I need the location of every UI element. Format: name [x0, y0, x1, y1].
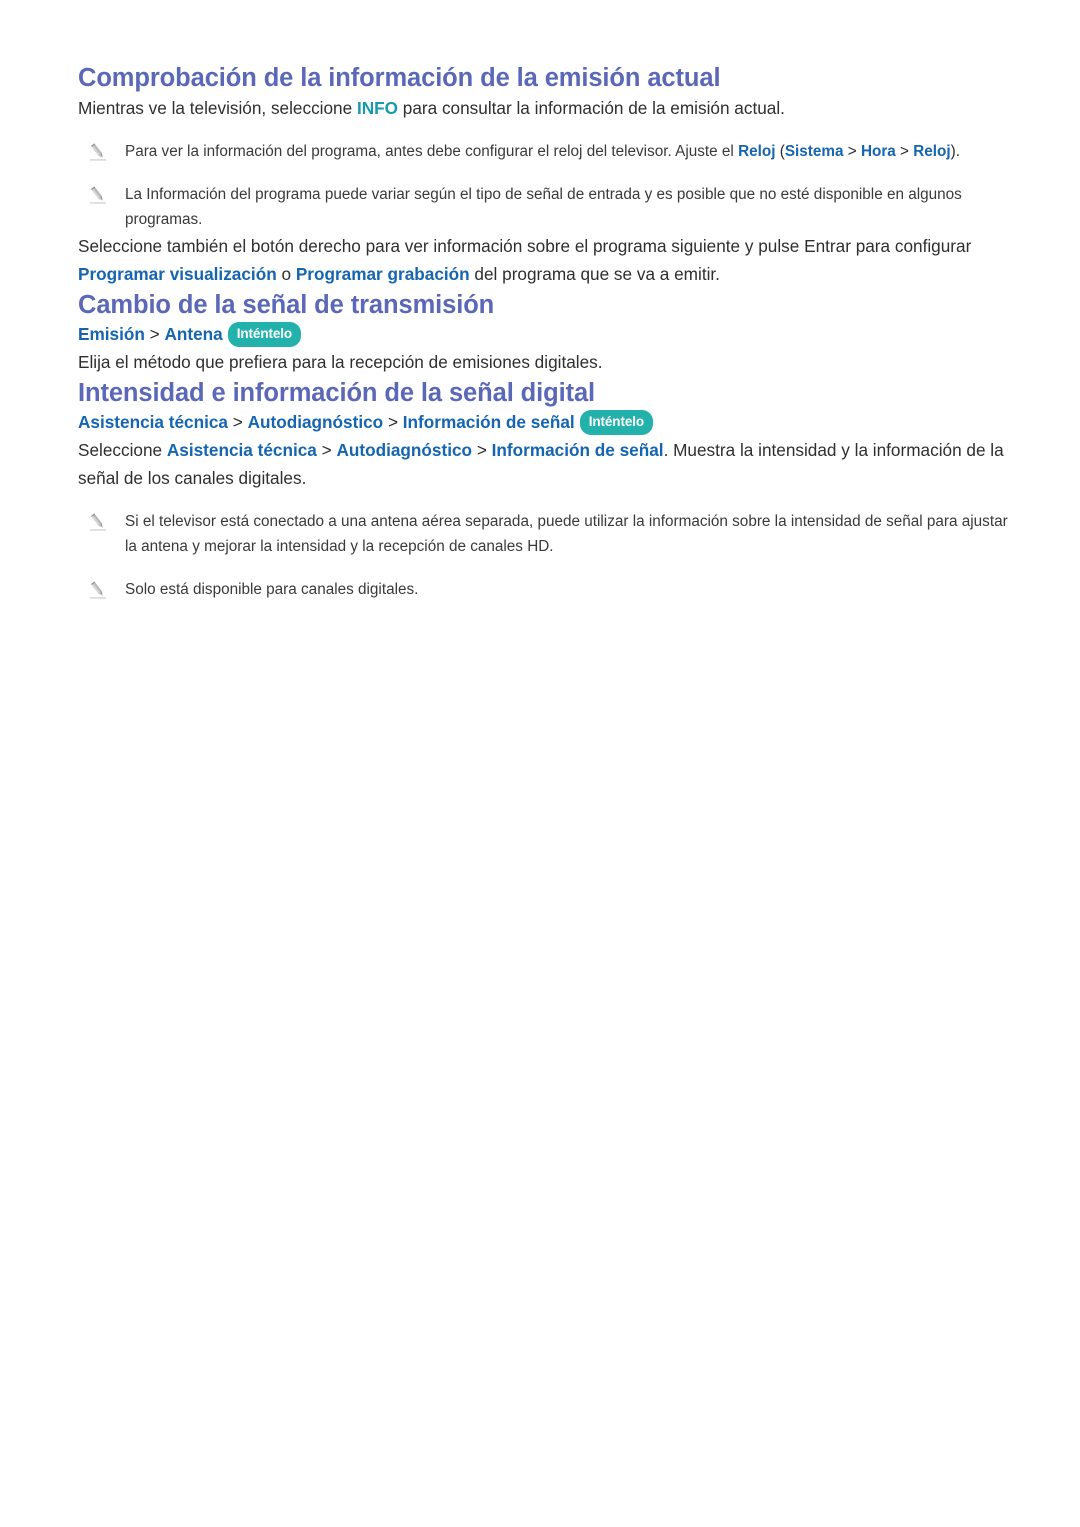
note-list-2: Si el televisor está conectado a una ant… — [78, 510, 1008, 602]
menu-link-autodiagnostico: Autodiagnóstico — [336, 439, 473, 460]
section-heading-comprobacion: Comprobación de la información de la emi… — [78, 64, 721, 92]
cambio-senal-body: Elija el método que prefiera para la rec… — [78, 351, 603, 372]
section-heading-intensidad-senal: Intensidad e información de la señal dig… — [78, 378, 596, 407]
outro-pre: Seleccione también el botón derecho para… — [78, 235, 972, 256]
breadcrumb-asistencia-tecnica: Asistencia técnica > Autodiagnóstico > I… — [78, 409, 1008, 437]
breadcrumb-item-informacion-senal[interactable]: Información de señal — [403, 412, 575, 432]
intro-paragraph: Mientras ve la televisión, seleccione IN… — [78, 95, 1008, 123]
pencil-icon — [88, 512, 108, 532]
note-text: Si el televisor está conectado a una ant… — [125, 513, 1008, 556]
note-pre: Para ver la información del programa, an… — [125, 143, 739, 161]
menu-separator: > — [316, 439, 337, 460]
intensidad-body-paragraph: Seleccione Asistencia técnica > Autodiag… — [78, 437, 1008, 493]
note-text: La Información del programa puede variar… — [125, 186, 962, 229]
outro-paragraph: Seleccione también el botón derecho para… — [78, 233, 1008, 289]
menu-link-reloj: Reloj — [738, 143, 776, 161]
pencil-icon — [88, 142, 108, 162]
note-item: Para ver la información del programa, an… — [78, 140, 1008, 165]
intro-pre-text: Mientras ve la televisión, seleccione — [78, 97, 357, 118]
note-list-1: Para ver la información del programa, an… — [78, 140, 1008, 232]
note-mid: ( — [775, 143, 785, 161]
pencil-icon — [88, 185, 108, 205]
menu-link-sistema: Sistema — [784, 143, 844, 161]
note-item: Solo está disponible para canales digita… — [78, 578, 1008, 603]
menu-separator: > — [472, 439, 492, 460]
breadcrumb-item-autodiagnostico[interactable]: Autodiagnóstico — [248, 412, 384, 432]
note-post: ). — [950, 143, 960, 161]
menu-link-reloj-2: Reloj — [913, 143, 951, 161]
info-key-label: INFO — [356, 97, 399, 118]
breadcrumb-item-emision[interactable]: Emisión — [78, 324, 145, 344]
menu-link-programar-grabacion: Programar grabación — [295, 263, 470, 284]
menu-link-programar-visualizacion: Programar visualización — [78, 263, 277, 284]
outro-mid: o — [276, 263, 296, 284]
note-text: Solo está disponible para canales digita… — [125, 580, 419, 598]
breadcrumb-separator: > — [228, 412, 248, 433]
menu-link-hora: Hora — [860, 143, 896, 161]
section-heading-cambio-senal: Cambio de la señal de transmisión — [78, 290, 495, 319]
outro-post: del programa que se va a emitir. — [469, 263, 720, 284]
note-text: Para ver la información del programa, an… — [125, 143, 960, 160]
intentelo-badge[interactable]: Inténtelo — [227, 322, 302, 347]
breadcrumb-separator: > — [144, 324, 165, 345]
menu-separator: > — [843, 143, 861, 161]
pencil-icon — [88, 580, 108, 600]
note-item: Si el televisor está conectado a una ant… — [78, 510, 1008, 560]
intro-post-text: para consultar la información de la emis… — [398, 97, 785, 118]
menu-link-informacion-senal: Información de señal — [491, 439, 664, 460]
breadcrumb-item-asistencia-tecnica[interactable]: Asistencia técnica — [78, 412, 228, 432]
breadcrumb-separator: > — [383, 412, 403, 433]
note-item: La Información del programa puede variar… — [78, 183, 1008, 233]
menu-link-asistencia-tecnica: Asistencia técnica — [166, 439, 317, 460]
menu-separator: > — [895, 143, 914, 161]
breadcrumb-item-antena[interactable]: Antena — [164, 324, 222, 344]
document-content: Comprobación de la información de la emi… — [78, 62, 1008, 603]
breadcrumb-emision-antena: Emisión > Antena Inténtelo — [78, 321, 1008, 349]
intentelo-badge[interactable]: Inténtelo — [579, 410, 654, 435]
document-page: Comprobación de la información de la emi… — [0, 0, 1080, 1527]
body-pre: Seleccione — [78, 439, 167, 460]
